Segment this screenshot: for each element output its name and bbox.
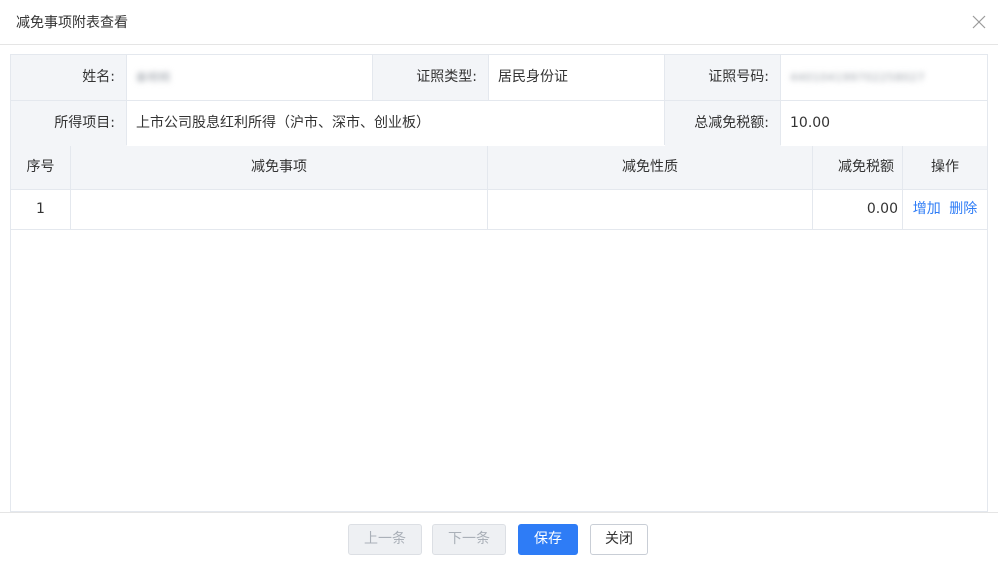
table-header: 序号 减免事项 减免性质 减免税额 操作 [11,146,987,190]
info-divider [372,55,373,100]
footer-divider [0,512,998,513]
name-value-text: 秦明明 [136,71,171,84]
table-row: 1 0.00 增加 删除 [11,190,987,230]
column-header-index: 序号 [11,146,71,189]
row-relief-item[interactable] [71,190,488,229]
row-index: 1 [11,190,71,229]
previous-button[interactable]: 上一条 [348,524,422,555]
taxpayer-info-grid: 姓名: 秦明明 证照类型: 居民身份证 证照号码: 44010419970225… [10,54,988,146]
column-header-amount: 减免税额 [813,146,903,189]
row-relief-amount[interactable]: 0.00 [813,190,903,229]
row-actions: 增加 删除 [903,190,987,229]
info-divider [11,100,987,101]
column-header-actions: 操作 [931,159,959,175]
delete-row-link[interactable]: 删除 [949,201,977,217]
row-relief-nature[interactable] [488,190,813,229]
add-row-link[interactable]: 增加 [913,201,941,217]
income-item-value: 上市公司股息红利所得（沪市、深市、创业板） [127,101,665,146]
relief-attachment-dialog: 减免事项附表查看 姓名: 秦明明 证照类型: 居民身份证 证照号码: 44010… [0,0,998,565]
info-divider [126,55,127,145]
name-value: 秦明明 [127,55,373,100]
close-button[interactable]: 关闭 [590,524,648,555]
id-number-label: 证照号码: [665,55,781,100]
relief-items-table: 序号 减免事项 减免性质 减免税额 操作 1 0.00 增加 删除 [10,146,988,512]
id-type-label: 证照类型: [373,55,489,100]
name-label: 姓名: [11,55,127,100]
dialog-title: 减免事项附表查看 [16,15,128,31]
id-type-value: 居民身份证 [489,55,665,100]
info-divider [664,55,665,145]
column-header-nature: 减免性质 [488,146,813,189]
id-number-value: 440104199702258027 [781,55,987,100]
info-divider [488,55,489,100]
income-item-label: 所得项目: [11,101,127,146]
info-divider [780,55,781,145]
save-button[interactable]: 保存 [518,524,578,555]
total-relief-value: 10.00 [781,101,987,146]
id-number-value-text: 440104199702258027 [790,71,925,84]
column-header-item: 减免事项 [71,146,488,189]
dialog-header: 减免事项附表查看 [0,0,998,45]
next-button[interactable]: 下一条 [432,524,506,555]
close-icon[interactable] [968,11,990,33]
total-relief-label: 总减免税额: [665,101,781,146]
